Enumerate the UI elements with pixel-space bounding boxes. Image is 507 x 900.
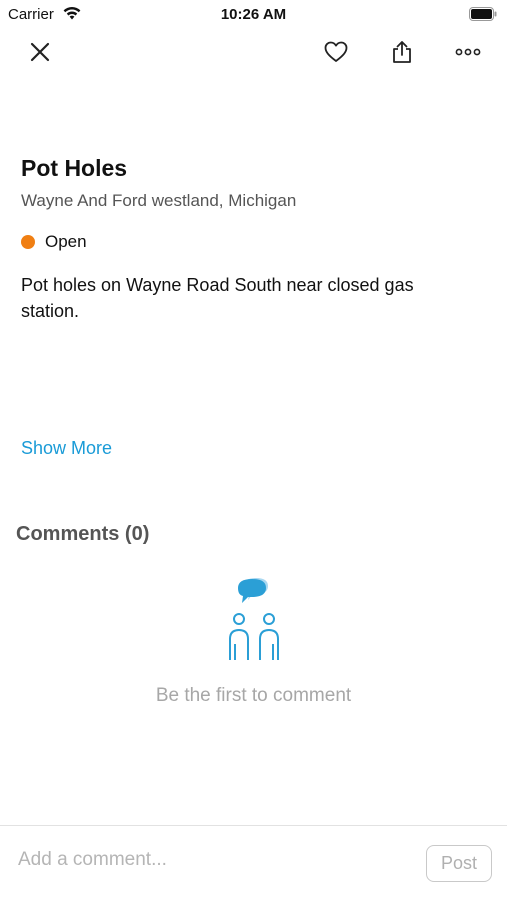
clock: 10:26 AM — [220, 6, 287, 23]
post-button[interactable]: Post — [426, 845, 492, 882]
share-icon — [393, 41, 411, 63]
issue-description: Pot holes on Wayne Road South near close… — [21, 275, 414, 321]
issue-location: Wayne And Ford westland, Michigan — [21, 191, 297, 210]
empty-comments-message: Be the first to comment — [155, 685, 352, 706]
issue-status: Open — [21, 232, 87, 252]
status-dot-icon — [21, 235, 35, 249]
status-bar: Carrier 10:26 AM — [0, 0, 507, 28]
share-button[interactable] — [384, 34, 420, 70]
people-chat-icon — [229, 578, 279, 660]
issue-title: Pot Holes — [21, 155, 128, 181]
more-icon — [455, 48, 481, 56]
battery-icon — [469, 7, 497, 21]
status-label: Open — [45, 232, 87, 251]
comment-input[interactable] — [18, 844, 408, 876]
heart-icon — [324, 41, 348, 62]
composer-divider — [0, 825, 507, 826]
close-button[interactable] — [22, 34, 58, 70]
issue-detail-screen: Carrier 10:26 AM Pot Holes Wayne And For… — [0, 0, 507, 900]
comments-heading: Comments (0) — [16, 523, 150, 545]
favorite-button[interactable] — [318, 34, 354, 70]
close-icon — [30, 42, 50, 62]
show-more-link[interactable]: Show More — [21, 438, 112, 459]
more-options-button[interactable] — [450, 34, 486, 70]
